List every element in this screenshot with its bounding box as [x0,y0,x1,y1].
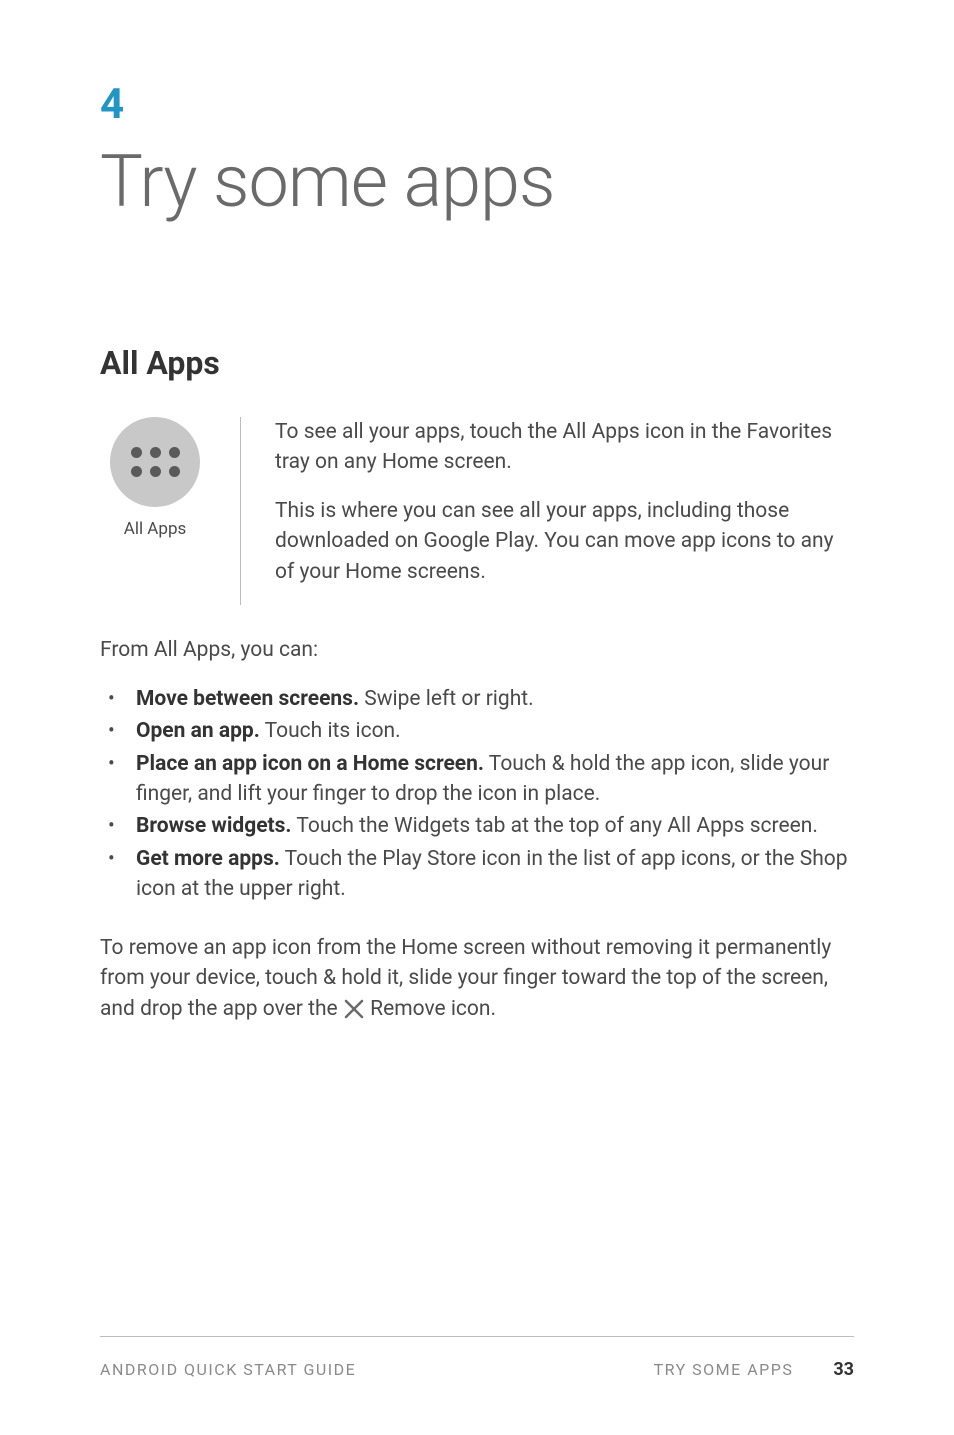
list-item-text: Touch its icon. [260,719,401,743]
all-apps-icon [110,417,200,507]
list-item: Browse widgets. Touch the Widgets tab at… [100,811,854,841]
list-item-strong: Open an app. [136,719,260,743]
remove-para-after: Remove icon. [370,997,496,1021]
chapter-title: Try some apps [100,139,854,224]
footer-rule [100,1336,854,1337]
dot [169,447,180,458]
list-item: Place an app icon on a Home screen. Touc… [100,749,854,810]
dot-row [131,466,180,477]
list-item-strong: Browse widgets. [136,814,292,838]
intro-paragraph-2: This is where you can see all your apps,… [275,496,854,587]
list-item-text: Touch the Widgets tab at the top of any … [292,814,818,838]
icon-intro-block: All Apps To see all your apps, touch the… [100,417,854,605]
list-item: Move between screens. Swipe left or righ… [100,684,854,714]
list-item: Get more apps. Touch the Play Store icon… [100,844,854,905]
page-footer: ANDROID QUICK START GUIDE TRY SOME APPS … [100,1336,854,1380]
dot [169,466,180,477]
all-apps-icon-label: All Apps [124,519,187,539]
footer-section: TRY SOME APPS [654,1360,794,1379]
section-title: All Apps [100,344,854,382]
list-item: Open an app. Touch its icon. [100,716,854,746]
dot-row [131,447,180,458]
body-lead: From All Apps, you can: [100,635,854,665]
vertical-divider [240,417,241,605]
remove-x-icon [343,998,365,1020]
list-item-text: Swipe left or right. [359,687,534,711]
footer-row: ANDROID QUICK START GUIDE TRY SOME APPS … [100,1359,854,1380]
dot [150,447,161,458]
list-item-strong: Place an app icon on a Home screen. [136,752,484,776]
list-item-strong: Get more apps. [136,847,280,871]
chapter-number: 4 [100,80,854,129]
all-apps-icon-column: All Apps [100,417,210,605]
list-item-strong: Move between screens. [136,687,359,711]
intro-paragraph-1: To see all your apps, touch the All Apps… [275,417,854,478]
footer-left: ANDROID QUICK START GUIDE [100,1360,356,1379]
remove-paragraph: To remove an app icon from the Home scre… [100,933,854,1024]
page-number: 33 [833,1359,854,1380]
dot [150,466,161,477]
dot [131,466,142,477]
footer-right: TRY SOME APPS 33 [654,1359,854,1380]
bullet-list: Move between screens. Swipe left or righ… [100,684,854,905]
intro-text: To see all your apps, touch the All Apps… [271,417,854,605]
dot [131,447,142,458]
